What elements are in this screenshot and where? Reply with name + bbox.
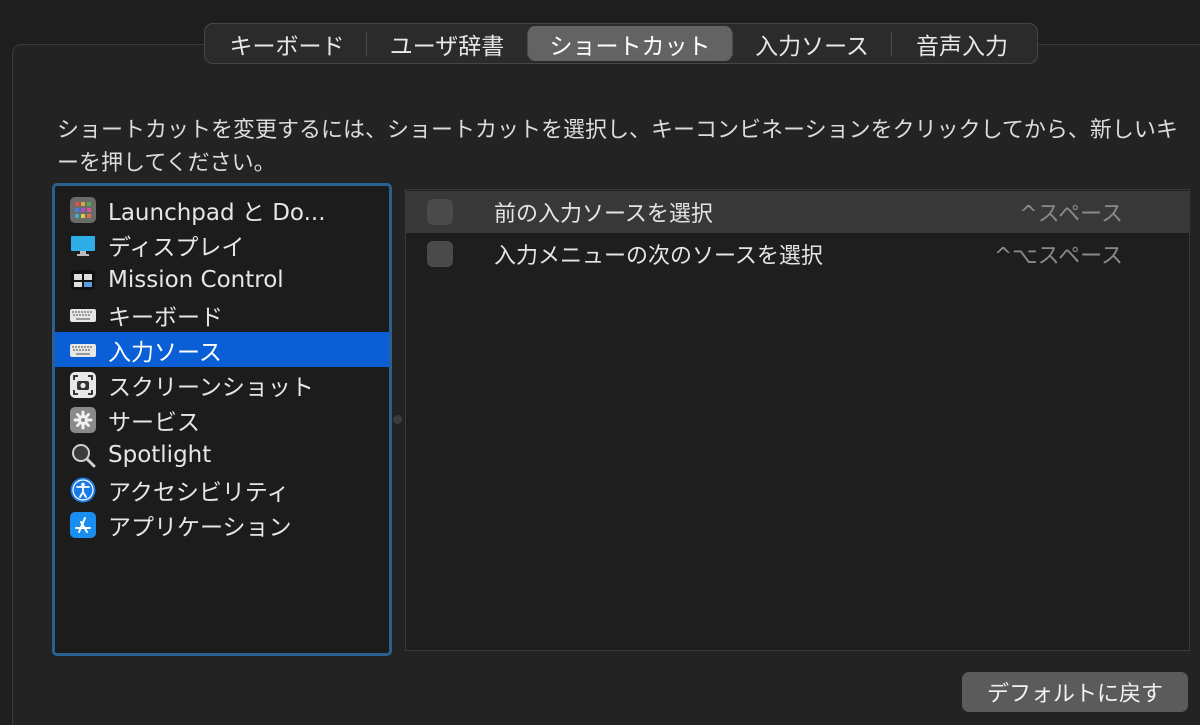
- category-label: スクリーンショット: [108, 374, 314, 401]
- shortcut-checkbox[interactable]: [427, 241, 453, 267]
- category-label: アクセシビリティ: [108, 479, 290, 506]
- category-item-launchpad-dock[interactable]: Launchpad と Do...: [55, 192, 389, 227]
- instructions-text: ショートカットを変更するには、ショートカットを選択し、キーコンビネーションをクリ…: [57, 118, 1178, 176]
- tab-bar: キーボード ユーザ辞書 ショートカット 入力ソース 音声入力: [204, 23, 1038, 64]
- category-label: アプリケーション: [108, 514, 292, 541]
- category-item-services[interactable]: サービス: [55, 402, 389, 437]
- shortcut-row[interactable]: 前の入力ソースを選択 ^スペース: [406, 191, 1189, 233]
- tab-user-dictionary[interactable]: ユーザ辞書: [367, 26, 527, 61]
- splitter-handle[interactable]: [393, 415, 402, 424]
- category-item-input-sources[interactable]: 入力ソース: [55, 332, 389, 367]
- keyboard-icon: [70, 337, 96, 363]
- category-label: Spotlight: [108, 441, 212, 468]
- category-item-keyboard[interactable]: キーボード: [55, 297, 389, 332]
- shortcut-row[interactable]: 入力メニューの次のソースを選択 ^⌥スペース: [406, 233, 1189, 275]
- mission-control-icon: [70, 267, 96, 293]
- category-list[interactable]: Launchpad と Do... ディスプレイ Mission Control…: [52, 183, 392, 656]
- category-item-display[interactable]: ディスプレイ: [55, 227, 389, 262]
- magnifier-icon: [70, 442, 96, 468]
- accessibility-icon: [70, 477, 96, 503]
- tab-keyboard[interactable]: キーボード: [208, 26, 366, 61]
- category-label: Launchpad と Do...: [108, 199, 326, 226]
- category-label: 入力ソース: [108, 339, 222, 366]
- restore-defaults-button[interactable]: デフォルトに戻す: [962, 672, 1188, 712]
- category-item-mission-control[interactable]: Mission Control: [55, 262, 389, 297]
- shortcut-key-combination[interactable]: ^スペース: [1019, 196, 1123, 228]
- category-item-screenshot[interactable]: スクリーンショット: [55, 367, 389, 402]
- shortcut-checkbox[interactable]: [427, 199, 453, 225]
- display-icon: [70, 232, 96, 258]
- category-item-accessibility[interactable]: アクセシビリティ: [55, 472, 389, 507]
- tab-dictation[interactable]: 音声入力: [892, 26, 1032, 61]
- shortcut-table: 前の入力ソースを選択 ^スペース 入力メニューの次のソースを選択 ^⌥スペース: [405, 189, 1190, 651]
- keyboard-icon: [70, 302, 96, 328]
- shortcut-key-combination[interactable]: ^⌥スペース: [994, 238, 1123, 270]
- gear-icon: [70, 406, 96, 433]
- keyboard-preferences-window: キーボード ユーザ辞書 ショートカット 入力ソース 音声入力 ショートカットを変…: [0, 0, 1200, 725]
- category-label: Mission Control: [108, 266, 284, 293]
- category-label: ディスプレイ: [108, 234, 245, 261]
- tab-input-sources[interactable]: 入力ソース: [733, 26, 891, 61]
- category-label: サービス: [108, 409, 200, 436]
- tab-shortcuts[interactable]: ショートカット: [528, 26, 732, 61]
- category-label: キーボード: [108, 304, 223, 331]
- launchpad-icon: [70, 196, 96, 223]
- app-store-icon: [70, 511, 96, 538]
- shortcut-label: 入力メニューの次のソースを選択: [494, 244, 823, 269]
- shortcut-label: 前の入力ソースを選択: [494, 202, 713, 227]
- category-item-applications[interactable]: アプリケーション: [55, 507, 389, 542]
- category-item-spotlight[interactable]: Spotlight: [55, 437, 389, 472]
- screenshot-icon: [70, 371, 96, 398]
